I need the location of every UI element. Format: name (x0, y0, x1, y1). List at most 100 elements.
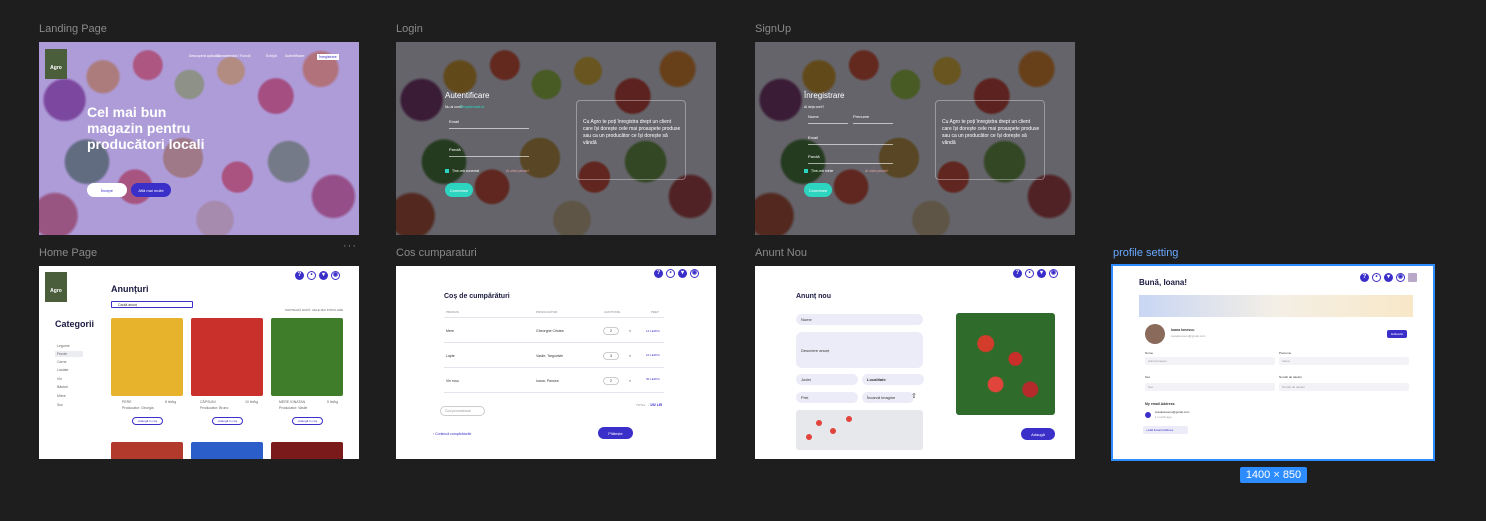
ad-description-field[interactable]: Descriere anunț (796, 332, 923, 368)
category-item[interactable]: Băuturi (57, 385, 68, 389)
category-item[interactable]: Miere (57, 394, 66, 398)
help-icon[interactable]: ? (1360, 273, 1369, 282)
continue-shopping-link[interactable]: ‹ Continuă cumpărăturile (433, 432, 471, 436)
map-pin-icon[interactable] (806, 434, 812, 440)
user-icon[interactable]: ◉ (1049, 269, 1058, 278)
start-button[interactable]: Începe (87, 183, 127, 197)
frame-cart[interactable]: ? • ▾ ◉ Coș de cumpărături PRODUS PRODUC… (396, 266, 716, 459)
learn-more-button[interactable]: Află mai multe (131, 183, 171, 197)
category-item[interactable]: Vin (57, 377, 62, 381)
pay-button[interactable]: Plătește (598, 427, 633, 439)
nav-team[interactable]: Echipă (266, 54, 277, 58)
phone-input[interactable]: Număr de telefon (1279, 383, 1409, 391)
location-map[interactable] (796, 410, 923, 450)
ad-city-field[interactable]: Localitate (862, 374, 924, 385)
product-image-apples[interactable] (271, 318, 343, 396)
agro-logo[interactable]: Agro (45, 49, 67, 79)
remove-icon[interactable]: × (629, 354, 631, 358)
quantity-stepper[interactable]: 3 (603, 352, 619, 360)
category-item[interactable]: Lactate (57, 368, 68, 372)
user-icon[interactable]: ◉ (331, 271, 340, 280)
login-button[interactable]: Conectare (445, 183, 473, 197)
product-image[interactable] (271, 442, 343, 459)
remember-checkbox[interactable] (445, 169, 449, 173)
frame-label-signup[interactable]: SignUp (755, 23, 791, 35)
signup-remember-checkbox[interactable] (804, 169, 808, 173)
frame-label-cart[interactable]: Cos cumparaturi (396, 247, 477, 259)
add-email-button[interactable]: +Add Email Address (1143, 426, 1188, 434)
add-to-cart-button[interactable]: Adaugă în coș (212, 417, 243, 425)
signup-button[interactable]: Conectare (804, 183, 832, 197)
upload-icon[interactable]: ⇧ (911, 392, 917, 400)
map-pin-icon[interactable] (816, 420, 822, 426)
add-to-cart-button[interactable]: Adaugă în coș (132, 417, 163, 425)
cart-icon[interactable]: ▾ (678, 269, 687, 278)
search-input[interactable]: Caută anunț (111, 301, 193, 308)
frame-label-new-ad[interactable]: Anunt Nou (755, 247, 807, 259)
help-icon[interactable]: ? (654, 269, 663, 278)
signup-surname-field[interactable]: Prenume (853, 114, 893, 124)
signup-email-field[interactable]: Email (808, 135, 893, 145)
login-password-field[interactable]: Parolă (449, 147, 529, 157)
frame-label-profile[interactable]: profile setting (1113, 247, 1178, 259)
product-image-strawberries[interactable] (191, 318, 263, 396)
full-name-input[interactable]: Ioana Ionescu (1145, 357, 1275, 365)
product-image[interactable] (191, 442, 263, 459)
login-email-field[interactable]: Email (449, 119, 529, 129)
frame-signup[interactable]: Înregistrare Ai deja cont? Nume Prenume … (755, 42, 1075, 235)
cart-icon[interactable]: ▾ (1037, 269, 1046, 278)
frame-more-icon[interactable]: ··· (343, 240, 357, 252)
cart-icon[interactable]: ▾ (319, 271, 328, 280)
home-logo[interactable]: Agro (45, 272, 67, 302)
category-item[interactable]: Legume (57, 344, 70, 348)
help-icon[interactable]: ? (295, 271, 304, 280)
nav-login[interactable]: Autentificare (285, 54, 304, 58)
signup-forgot-link[interactable]: Ai uitat parola? (865, 169, 888, 173)
product-image-pears[interactable] (111, 318, 183, 396)
signup-name-field[interactable]: Nume (808, 114, 848, 124)
bell-icon[interactable]: • (1372, 273, 1381, 282)
map-pin-icon[interactable] (830, 428, 836, 434)
add-ad-button[interactable]: Adaugă (1021, 428, 1055, 440)
upload-image-field[interactable]: Încarcă imagine (862, 392, 914, 403)
gender-select[interactable]: Sex (1145, 383, 1275, 391)
frame-login[interactable]: Autentificare Nu ai cont? Înregistrează-… (396, 42, 716, 235)
login-signup-link[interactable]: Înregistrează-te (460, 105, 484, 109)
map-pin-icon[interactable] (846, 416, 852, 422)
nav-signup[interactable]: Înregistrare (317, 54, 339, 60)
profile-avatar[interactable] (1145, 324, 1165, 344)
nav-features[interactable]: Caracteristici / Funcții (217, 54, 250, 58)
frame-label-landing[interactable]: Landing Page (39, 23, 107, 35)
edit-profile-button[interactable]: Editează (1387, 330, 1407, 338)
frame-label-home[interactable]: Home Page (39, 247, 97, 259)
help-icon[interactable]: ? (1013, 269, 1022, 278)
quantity-stepper[interactable]: 2 (603, 327, 619, 335)
frame-landing[interactable]: Agro Descoperă aplicația Caracteristici … (39, 42, 359, 235)
ad-name-field[interactable]: Nume (796, 314, 923, 325)
remove-icon[interactable]: × (629, 379, 631, 383)
nav-discover[interactable]: Descoperă aplicația (189, 54, 220, 58)
signup-password-field[interactable]: Parolă (808, 154, 893, 164)
bell-icon[interactable]: • (307, 271, 316, 280)
bell-icon[interactable]: • (666, 269, 675, 278)
surname-input[interactable]: Ioana (1279, 357, 1409, 365)
ad-price-field[interactable]: Preț (796, 392, 858, 403)
ad-county-field[interactable]: Județ (796, 374, 858, 385)
user-icon[interactable]: ◉ (1396, 273, 1405, 282)
category-item[interactable]: Carne (57, 360, 67, 364)
remove-icon[interactable]: × (629, 329, 631, 333)
sort-dropdown[interactable]: SORTEAZĂ DUPĂ: CELE MAI POPULARE (285, 308, 343, 312)
product-image[interactable] (111, 442, 183, 459)
forgot-link[interactable]: Ai uitat parola? (506, 169, 529, 173)
cart-icon[interactable]: ▾ (1384, 273, 1393, 282)
frame-home[interactable]: Agro ? • ▾ ◉ Anunțuri Caută anunț SORTEA… (39, 266, 359, 459)
frame-new-ad[interactable]: ? • ▾ ◉ Anunț nou Nume Descriere anunț J… (755, 266, 1075, 459)
avatar[interactable] (1408, 273, 1417, 282)
promo-code-input[interactable]: Cod promoțional (440, 406, 485, 416)
category-item-active[interactable]: Fructe (55, 351, 83, 357)
add-to-cart-button[interactable]: Adaugă în coș (292, 417, 323, 425)
category-item[interactable]: Suc (57, 403, 63, 407)
frame-profile[interactable]: ? • ▾ ◉ Bună, Ioana! Ioana Ionescu ioana… (1111, 264, 1435, 461)
quantity-stepper[interactable]: 2 (603, 377, 619, 385)
bell-icon[interactable]: • (1025, 269, 1034, 278)
